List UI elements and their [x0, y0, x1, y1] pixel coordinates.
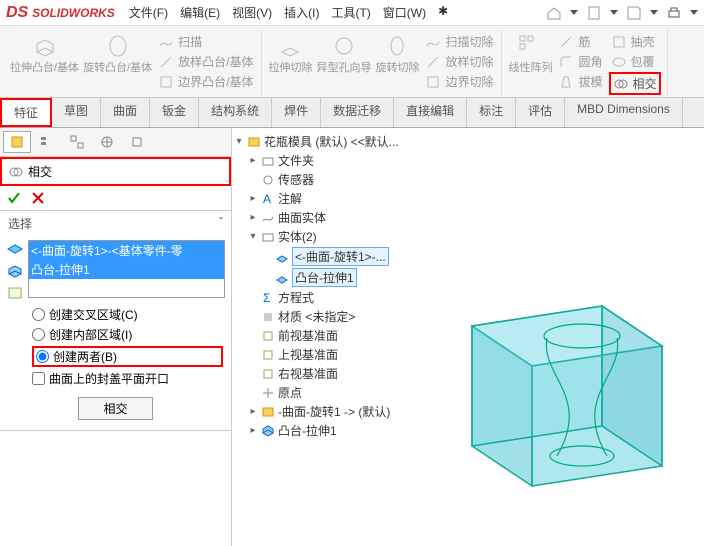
command-tabs: 特征 草图 曲面 钣金 结构系统 焊件 数据迁移 直接编辑 标注 评估 MBD … [0, 98, 704, 128]
tab-features[interactable]: 特征 [0, 98, 52, 127]
extrude-boss-button[interactable]: 拉伸凸台/基体 [10, 32, 79, 91]
menu-edit[interactable]: 编辑(E) [180, 4, 220, 21]
body-select-icon[interactable] [6, 262, 24, 280]
tree-sensors[interactable]: 传感器 [234, 170, 702, 189]
intersect-icon [8, 164, 24, 180]
tree-root[interactable]: ▾花瓶模具 (默认) <<默认... [234, 132, 702, 151]
new-icon[interactable] [586, 5, 602, 21]
intersect-button[interactable]: 相交 [609, 72, 661, 95]
wrap-button[interactable]: 包覆 [609, 52, 661, 71]
tree-annotations[interactable]: ▸A注解 [234, 189, 702, 208]
command-actions [0, 186, 231, 211]
qt-dropdown3[interactable] [650, 10, 658, 15]
print-icon[interactable] [666, 5, 682, 21]
command-title: 相交 [0, 157, 231, 186]
extrude-cut-button[interactable]: 拉伸切除 [268, 32, 312, 91]
tab-sheetmetal[interactable]: 钣金 [150, 98, 199, 127]
panel-tab-config[interactable] [33, 131, 61, 153]
radio-internal-region[interactable]: 创建内部区域(I) [32, 326, 223, 343]
menu-window[interactable]: 窗口(W) [383, 4, 426, 21]
tab-sketch[interactable]: 草图 [52, 98, 101, 127]
ribbon: 拉伸凸台/基体 旋转凸台/基体 扫描 放样凸台/基体 边界凸台/基体 拉伸切除 … [0, 26, 704, 98]
main-menu: 文件(F) 编辑(E) 视图(V) 插入(I) 工具(T) 窗口(W) ✱ [129, 4, 448, 21]
panel-tab-dim[interactable] [93, 131, 121, 153]
home-icon[interactable] [546, 5, 562, 21]
tab-datamigration[interactable]: 数据迁移 [321, 98, 394, 127]
chk-cap-planar[interactable]: 曲面上的封盖平面开口 [32, 370, 223, 387]
tab-directedit[interactable]: 直接编辑 [394, 98, 467, 127]
select-section: 选择ˇ <-曲面-旋转1>-<基体零件-零 凸台-拉伸1 创建交叉区域(C) [0, 211, 231, 431]
menu-tools[interactable]: 工具(T) [331, 4, 370, 21]
tree-surface-bodies[interactable]: ▸曲面实体 [234, 208, 702, 227]
menu-file[interactable]: 文件(F) [129, 4, 168, 21]
rib-button[interactable]: 筋 [556, 32, 604, 51]
cancel-icon[interactable] [30, 190, 46, 206]
boundary-button[interactable]: 边界凸台/基体 [156, 72, 255, 91]
viewport-3d[interactable] [432, 256, 692, 496]
panel-tab-extra[interactable] [123, 131, 151, 153]
qt-dropdown1[interactable] [570, 10, 578, 15]
tab-mbd[interactable]: MBD Dimensions [565, 98, 683, 127]
menu-expand-icon[interactable]: ✱ [438, 4, 448, 21]
radio-cross-region[interactable]: 创建交叉区域(C) [32, 306, 223, 323]
property-manager: 相交 选择ˇ <-曲面-旋转1>-<基体零件-零 凸台-拉伸1 [0, 128, 232, 546]
fillet-button[interactable]: 圆角 [556, 52, 604, 71]
workspace: 相交 选择ˇ <-曲面-旋转1>-<基体零件-零 凸台-拉伸1 [0, 128, 704, 546]
ok-icon[interactable] [6, 190, 22, 206]
tab-surface[interactable]: 曲面 [101, 98, 150, 127]
menu-insert[interactable]: 插入(I) [284, 4, 319, 21]
radio-both[interactable]: 创建两者(B) [32, 346, 223, 367]
save-icon[interactable] [626, 5, 642, 21]
tab-weldment[interactable]: 焊件 [272, 98, 321, 127]
face-select-icon[interactable] [6, 240, 24, 258]
select-header[interactable]: 选择ˇ [0, 211, 231, 236]
boundary-cut-button[interactable]: 边界切除 [423, 72, 495, 91]
app-logo: DS SOLIDWORKS [6, 4, 115, 22]
svg-text:A: A [263, 192, 271, 206]
tab-evaluate[interactable]: 评估 [516, 98, 565, 127]
selection-item-2[interactable]: 凸台-拉伸1 [29, 260, 224, 279]
plane-select-icon[interactable] [6, 284, 24, 302]
title-bar: DS SOLIDWORKS 文件(F) 编辑(E) 视图(V) 插入(I) 工具… [0, 0, 704, 26]
tree-folder[interactable]: ▸文件夹 [234, 151, 702, 170]
qt-dropdown2[interactable] [610, 10, 618, 15]
graphics-area[interactable]: ▾花瓶模具 (默认) <<默认... ▸文件夹 传感器 ▸A注解 ▸曲面实体 ▾… [232, 128, 704, 546]
linear-pattern-button[interactable]: 线性阵列 [508, 32, 552, 95]
qt-dropdown4[interactable] [690, 10, 698, 15]
sweep-button[interactable]: 扫描 [156, 32, 255, 51]
svg-text:Σ: Σ [263, 291, 270, 305]
loft-button[interactable]: 放样凸台/基体 [156, 52, 255, 71]
hole-wizard-button[interactable]: 异型孔向导 [316, 32, 371, 91]
selection-list[interactable]: <-曲面-旋转1>-<基体零件-零 凸台-拉伸1 [28, 240, 225, 298]
revolve-boss-button[interactable]: 旋转凸台/基体 [83, 32, 152, 91]
tab-annotate[interactable]: 标注 [467, 98, 516, 127]
panel-tab-bar [0, 128, 231, 157]
tab-structure[interactable]: 结构系统 [199, 98, 272, 127]
shell-button[interactable]: 抽壳 [609, 32, 661, 51]
panel-tab-display[interactable] [63, 131, 91, 153]
panel-tab-feature[interactable] [3, 131, 31, 153]
menu-view[interactable]: 视图(V) [232, 4, 272, 21]
quick-tools [546, 5, 698, 21]
intersect-action-button[interactable]: 相交 [78, 397, 152, 420]
tree-solid-bodies[interactable]: ▾实体(2) [234, 227, 702, 246]
sweep-cut-button[interactable]: 扫描切除 [423, 32, 495, 51]
loft-cut-button[interactable]: 放样切除 [423, 52, 495, 71]
draft-button[interactable]: 拔模 [556, 72, 604, 91]
selection-item-1[interactable]: <-曲面-旋转1>-<基体零件-零 [29, 241, 224, 260]
revolve-cut-button[interactable]: 旋转切除 [375, 32, 419, 91]
